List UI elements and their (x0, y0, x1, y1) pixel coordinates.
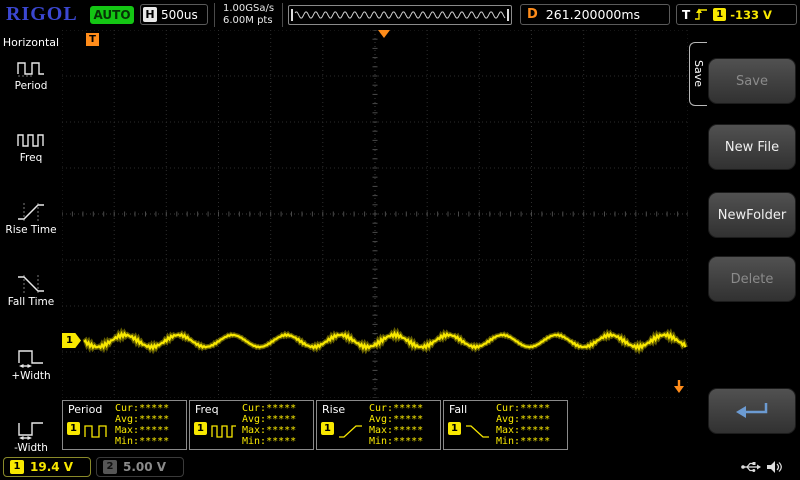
rigol-logo: RIGOL (6, 3, 78, 26)
graticule-and-trace (62, 30, 688, 398)
trigger-position-marker (378, 30, 390, 38)
measurement-values: Cur:***** Avg:***** Max:***** Min:***** (242, 403, 296, 447)
sidebar-item-period[interactable]: Period (0, 57, 62, 121)
channel-badge: 1 (67, 422, 80, 435)
measurement-values: Cur:***** Avg:***** Max:***** Min:***** (496, 403, 550, 447)
new-file-button[interactable]: New File (708, 124, 796, 170)
new-folder-button[interactable]: NewFolder (708, 192, 796, 238)
sidebar-item-plus-width[interactable]: +Width (0, 345, 62, 409)
delay-value: 261.200000ms (546, 7, 640, 22)
delay-label: D (527, 7, 538, 22)
trigger-source-badge: 1 (713, 8, 726, 21)
freq-measure-icon (211, 423, 237, 440)
period-icon (16, 57, 46, 79)
measurement-panel-period: Period 1 Cur:***** Avg:***** Max:***** M… (62, 400, 187, 450)
period-measure-icon (84, 423, 110, 440)
fall-time-icon (16, 273, 46, 295)
back-button[interactable] (708, 388, 796, 434)
channel-badge: 1 (194, 422, 207, 435)
measurement-panels: Period 1 Cur:***** Avg:***** Max:***** M… (62, 400, 568, 450)
sidebar-title: Horizontal (0, 30, 62, 49)
channel2-scale: 5.00 V (123, 460, 166, 474)
freq-icon (16, 129, 46, 151)
channel-badge: 1 (448, 422, 461, 435)
right-soft-menu: Save Save New File NewFolder Delete (688, 30, 800, 455)
speaker-icon (766, 460, 784, 474)
channel2-badge: 2 (103, 460, 117, 474)
measurement-values: Cur:***** Avg:***** Max:***** Min:***** (115, 403, 169, 447)
save-button[interactable]: Save (708, 58, 796, 104)
minus-width-icon (16, 417, 46, 441)
sidebar-item-fall-time[interactable]: Fall Time (0, 273, 62, 337)
delete-button[interactable]: Delete (708, 256, 796, 302)
left-measure-sidebar: Horizontal Period Freq Rise Time (0, 30, 62, 455)
oscilloscope-screen: RIGOL AUTO H 500us 1.00GSa/s 6.00M pts D… (0, 0, 800, 480)
trigger-slope-icon (694, 7, 709, 22)
return-arrow-icon (732, 398, 772, 424)
menu-tab-save: Save (689, 42, 707, 106)
sample-rate: 1.00GSa/s (223, 3, 274, 15)
channel1-badge: 1 (10, 460, 24, 474)
horizontal-timebase-box: H 500us (140, 4, 208, 25)
measurement-panel-rise: Rise 1 Cur:***** Avg:***** Max:***** Min… (316, 400, 441, 450)
plus-width-icon (16, 345, 46, 369)
trigger-info-box: T 1 -133 V (676, 4, 797, 25)
trigger-level-arrow-icon (673, 379, 685, 393)
rise-time-icon (16, 201, 46, 223)
fall-measure-icon (465, 423, 491, 440)
sidebar-item-freq[interactable]: Freq (0, 129, 62, 193)
measurement-panel-fall: Fall 1 Cur:***** Avg:***** Max:***** Min… (443, 400, 568, 450)
run-status-badge: AUTO (90, 6, 134, 24)
delay-box: D 261.200000ms (520, 4, 670, 25)
trigger-label: T (682, 8, 690, 22)
waveform-display-area: T 1 (62, 30, 688, 398)
usb-icon (740, 460, 762, 474)
acquisition-info: 1.00GSa/s 6.00M pts (214, 3, 283, 27)
horizontal-label: H (143, 7, 157, 22)
channel1-status[interactable]: 1 19.4 V (3, 457, 91, 477)
channel1-scale: 19.4 V (30, 460, 73, 474)
sidebar-item-rise-time[interactable]: Rise Time (0, 201, 62, 265)
timebase-value: 500us (161, 8, 198, 22)
top-status-bar: RIGOL AUTO H 500us 1.00GSa/s 6.00M pts D… (0, 0, 800, 30)
measurement-values: Cur:***** Avg:***** Max:***** Min:***** (369, 403, 423, 447)
rise-measure-icon (338, 423, 364, 440)
trigger-position-corner-marker: T (86, 33, 99, 46)
trigger-level-value: -133 V (730, 8, 772, 22)
channel2-status[interactable]: 2 5.00 V (96, 457, 184, 477)
bottom-status-bar: 1 19.4 V 2 5.00 V (0, 455, 800, 480)
waveform-position-indicator[interactable] (288, 5, 512, 25)
memory-depth: 6.00M pts (223, 15, 274, 27)
memory-waveform-icon (289, 6, 511, 24)
measurement-panel-freq: Freq 1 Cur:***** Avg:***** Max:***** Min… (189, 400, 314, 450)
channel-badge: 1 (321, 422, 334, 435)
